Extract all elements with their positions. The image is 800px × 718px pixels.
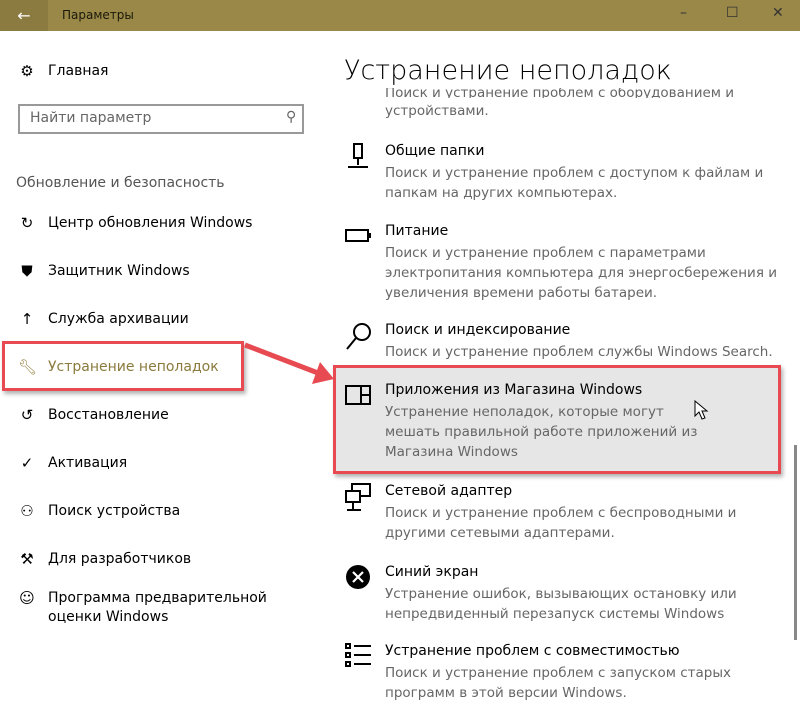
mouse-cursor-icon [694,400,709,420]
red-arrow [244,342,334,384]
scrollbar-thumb[interactable] [794,445,797,640]
